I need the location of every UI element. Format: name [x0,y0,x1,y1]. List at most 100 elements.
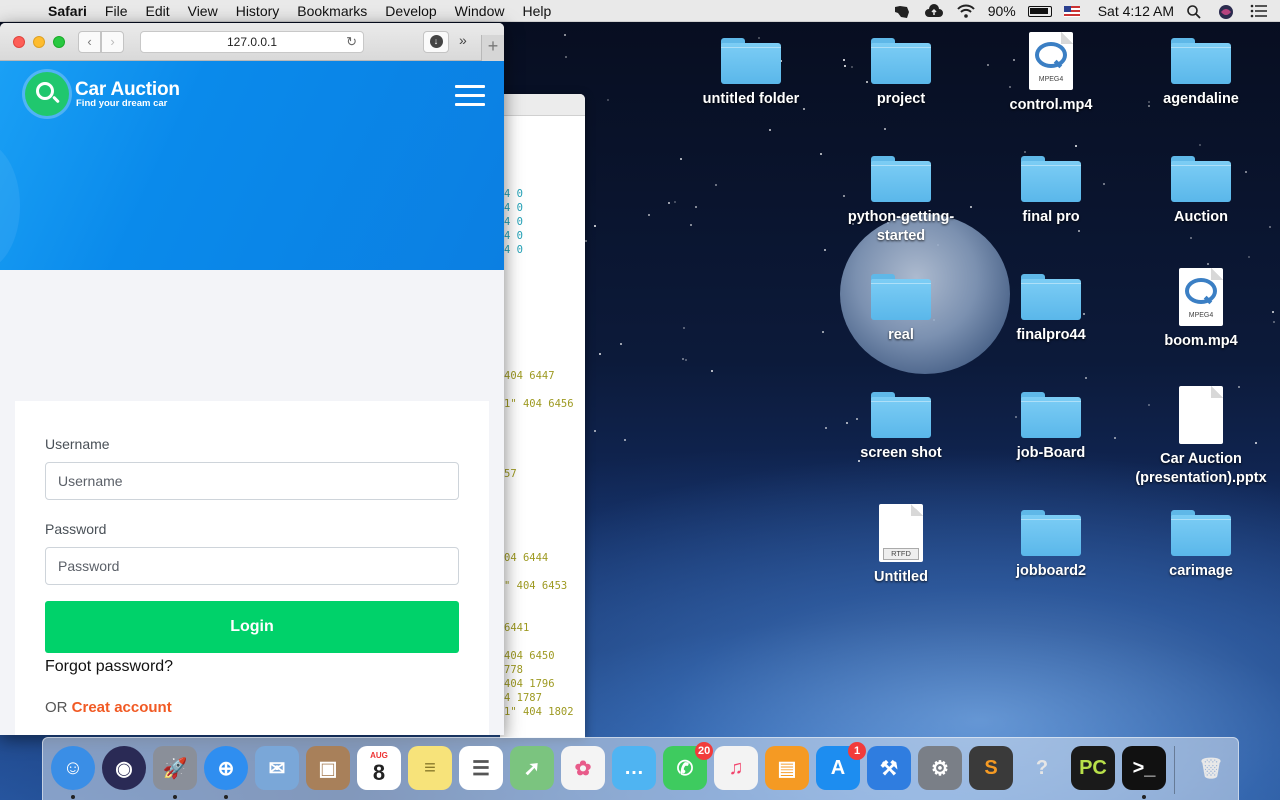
login-button[interactable]: Login [45,601,459,653]
dock-glyph: ♫ [728,756,744,779]
menu-history[interactable]: History [236,3,280,19]
desktop-item-boom-mp4[interactable]: MPEG4 boom.mp4 [1126,268,1276,351]
cloud-upload-icon[interactable] [924,4,944,18]
dock-contacts-icon[interactable]: ▣ [306,746,350,790]
star [563,34,566,37]
notification-center-icon[interactable] [1250,4,1270,18]
menu-view[interactable]: View [188,3,218,19]
star [690,224,693,227]
dock-maps-icon[interactable]: ➚ [510,746,554,790]
desktop-item-untitled-folder[interactable]: untitled folder [676,36,826,109]
running-indicator [1142,795,1146,799]
menu-bookmarks[interactable]: Bookmarks [297,3,367,19]
desktop-item-auction[interactable]: Auction [1126,154,1276,227]
terminal-line: 404 6450 [504,650,555,662]
dock-safari-icon[interactable]: ⊕ [204,746,248,790]
desktop-item-agendaline[interactable]: agendaline [1126,36,1276,109]
desktop-item-label: real [888,327,914,343]
forward-button[interactable]: › [101,31,124,53]
desktop-item-real[interactable]: real [826,272,976,345]
dock-reminders-icon[interactable]: ☰ [459,746,503,790]
dock-pycharm-icon[interactable]: PC [1071,746,1115,790]
desktop-item-control-mp4[interactable]: MPEG4 control.mp4 [976,32,1126,115]
star [710,369,713,372]
dock-xcode-icon[interactable]: ⚒ [867,746,911,790]
menu-app-name[interactable]: Safari [48,3,87,19]
input-source-flag-icon[interactable] [1063,5,1080,17]
desktop-item-job-board[interactable]: job-Board [976,390,1126,463]
desktop-item-finalpro44[interactable]: finalpro44 [976,272,1126,345]
desktop-item-jobboard2[interactable]: jobboard2 [976,508,1126,581]
dock-glyph: ▣ [318,757,338,780]
safari-toolbar: ‹ › 127.0.0.1 ↻ ↓ » + [0,23,504,61]
desktop-item-python-getting-started[interactable]: python-getting-started [826,154,976,246]
toolbar-overflow-icon[interactable]: » [459,32,467,48]
terminal-line: 4 0 [504,202,523,214]
star [593,429,596,432]
terminal-window[interactable]: 4 0 4 0 4 0 4 0 4 0 404 6447 1" 404 6456 57 04 6… [500,94,585,738]
dock-mail-icon[interactable]: ✉ [255,746,299,790]
dock-calendar-icon[interactable]: AUG 8 [357,746,401,790]
minimize-window-button[interactable] [33,36,45,48]
dock-glyph: ? [1035,756,1049,779]
dock-music-icon[interactable]: ♫ [714,746,758,790]
desktop-item-final-pro[interactable]: final pro [976,154,1126,227]
new-tab-button[interactable]: + [481,35,504,61]
reload-icon[interactable]: ↻ [346,32,357,52]
dock-glyph: ✉ [268,757,286,780]
terminal-line: 57 [504,468,517,480]
desktop-item-untitled[interactable]: RTFD Untitled [826,504,976,587]
dock-sublime-text-icon[interactable]: S [969,746,1013,790]
desktop-item-screen-shot[interactable]: screen shot [826,390,976,463]
dock-finder-icon[interactable]: ☺ [51,746,95,790]
terminal-line: 4 0 [504,230,523,242]
menu-file[interactable]: File [105,3,128,19]
username-input[interactable] [45,462,459,500]
dock-glyph: ☺ [62,756,84,779]
siri-icon[interactable] [1218,4,1238,19]
dock-terminal-icon[interactable]: >_ [1122,746,1166,790]
dock-notes-icon[interactable]: ≡ [408,746,452,790]
desktop-item-car-auction-presentation-pptx[interactable]: Car Auction (presentation).pptx [1126,386,1276,488]
back-button[interactable]: ‹ [78,31,101,53]
forgot-password-link[interactable]: Forgot password? [45,658,173,676]
dock-messages-icon[interactable]: … [612,746,656,790]
evernote-icon[interactable] [892,4,912,18]
folder-icon [871,390,931,438]
menu-develop[interactable]: Develop [385,3,436,19]
desktop-item-project[interactable]: project [826,36,976,109]
close-window-button[interactable] [13,36,25,48]
terminal-line: 4 0 [504,216,523,228]
dock-notification-badge: 1 [848,742,866,760]
fullscreen-window-button[interactable] [53,36,65,48]
menu-window[interactable]: Window [455,3,505,19]
menu-edit[interactable]: Edit [145,3,169,19]
web-page: Car Auction Find your dream car Username… [0,61,504,735]
dock-system-preferences-icon[interactable]: ⚙ [918,746,962,790]
star [1075,145,1078,148]
clock[interactable]: Sat 4:12 AM [1098,3,1174,19]
password-input[interactable] [45,547,459,585]
desktop-item-carimage[interactable]: carimage [1126,508,1276,581]
menu-help[interactable]: Help [522,3,551,19]
terminal-title-bar[interactable] [500,94,585,116]
create-account-link[interactable]: Creat account [72,699,172,716]
brand-logo-icon[interactable] [25,72,69,116]
apple-menu-icon[interactable] [18,2,36,20]
downloads-button[interactable]: ↓ [423,31,449,53]
dock-photos-icon[interactable]: ✿ [561,746,605,790]
hamburger-menu-icon[interactable] [455,85,485,107]
battery-icon[interactable] [1027,5,1052,17]
wifi-icon[interactable] [956,4,976,18]
dock-help-icon[interactable]: ? [1020,746,1064,790]
dock-siri-icon[interactable]: ◉ [102,746,146,790]
desktop-item-label: control.mp4 [1009,97,1093,113]
spotlight-search-icon[interactable] [1186,4,1206,19]
desktop-item-label: finalpro44 [1016,327,1086,343]
address-bar[interactable]: 127.0.0.1 ↻ [140,31,364,53]
dock-trash-icon[interactable]: 🗑 [1189,746,1233,790]
dock-books-icon[interactable]: ▤ [765,746,809,790]
battery-percent: 90% [987,3,1016,19]
dock-launchpad-icon[interactable]: 🚀 [153,746,197,790]
dock-glyph: ☰ [472,757,490,780]
